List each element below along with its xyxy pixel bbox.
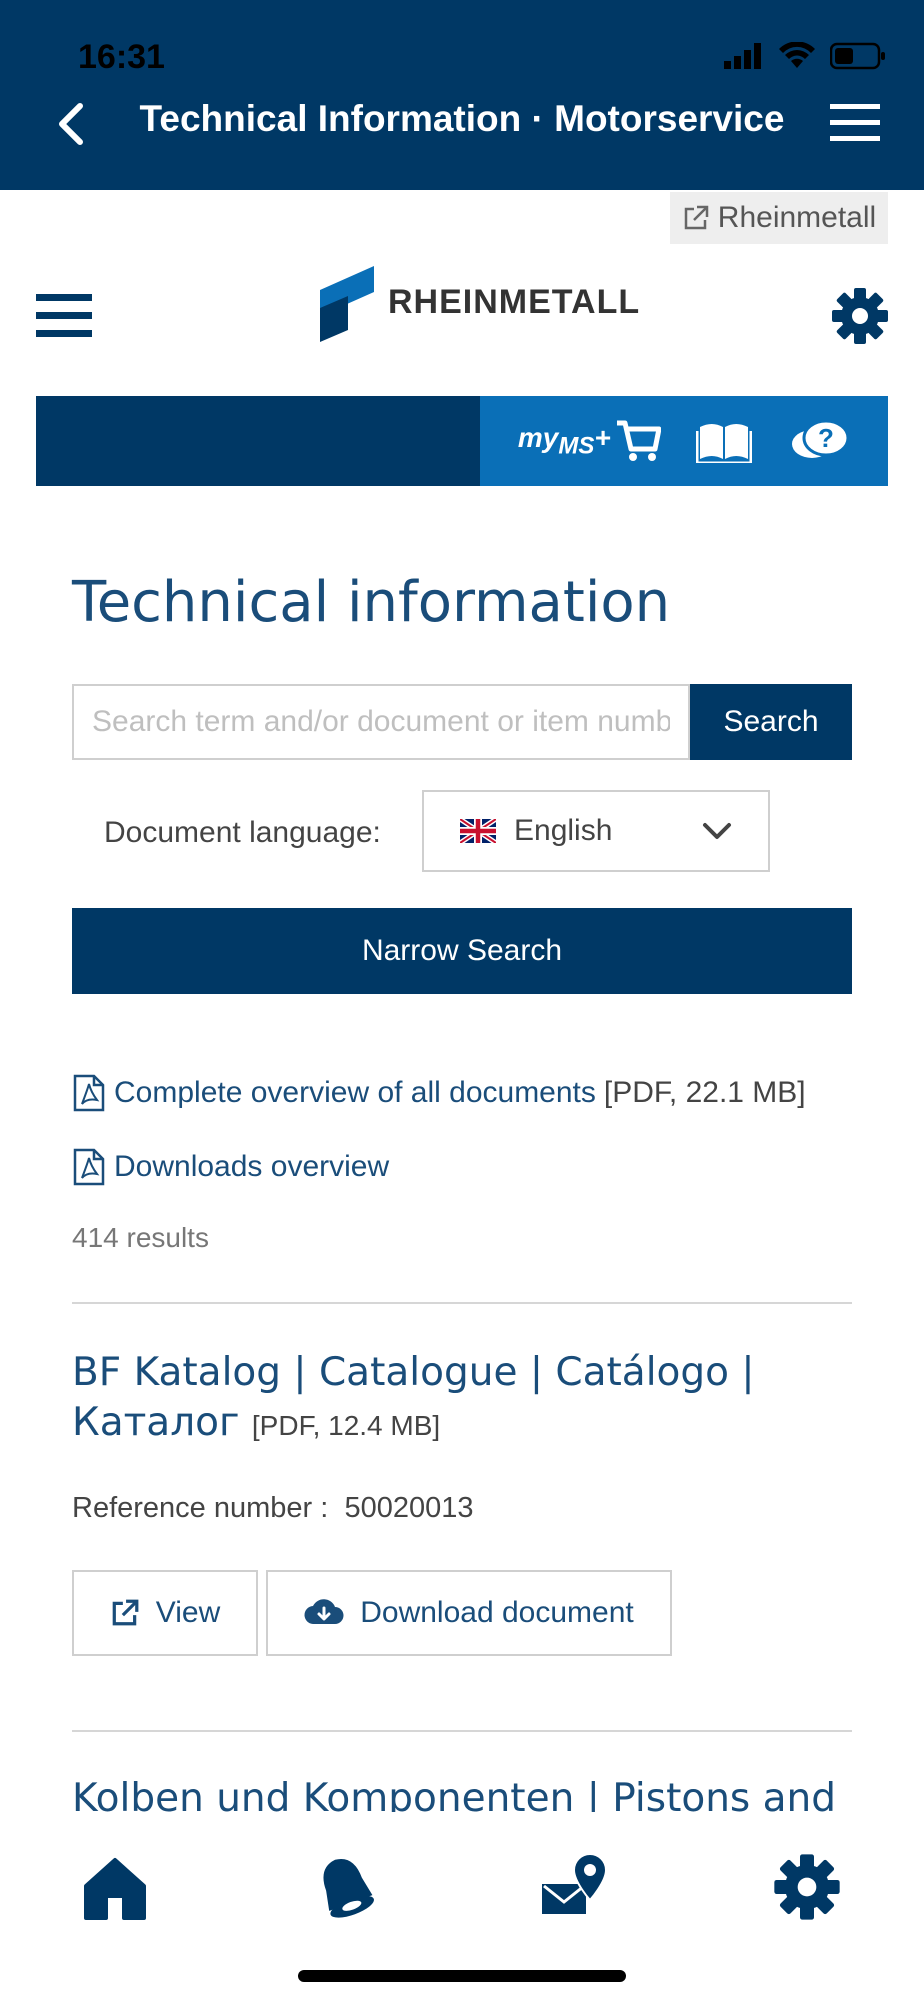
external-link-icon (112, 1599, 139, 1626)
result-title[interactable]: BF Katalog | Catalogue | Catálogo | Ката… (72, 1348, 792, 1451)
rheinmetall-logo[interactable]: RHEINMETALL (318, 262, 640, 342)
search-button[interactable]: Search (690, 684, 852, 760)
downloads-overview-text[interactable]: Downloads overview (114, 1150, 389, 1184)
app-title: Technical Information · Motorservice (139, 98, 785, 139)
complete-overview-text[interactable]: Complete overview of all documents (114, 1076, 596, 1110)
reference-value: 50020013 (344, 1492, 474, 1524)
cart-icon (616, 420, 661, 461)
cloud-download-icon (304, 1599, 344, 1625)
nav-bar: myMS+ ? (36, 396, 888, 486)
battery-icon (830, 42, 885, 70)
status-icons (724, 42, 886, 70)
result-meta: [PDF, 12.4 MB] (251, 1410, 441, 1441)
chevron-down-icon (703, 823, 731, 839)
view-button[interactable]: View (72, 1570, 258, 1656)
document-language-select[interactable]: English (422, 790, 770, 872)
site-menu-icon[interactable] (36, 292, 92, 340)
document-language-value: English (514, 814, 613, 847)
myms-logo: myMS+ (517, 421, 611, 460)
downloads-overview-link[interactable]: Downloads overview (72, 1148, 389, 1186)
logo-text: RHEINMETALL (388, 282, 641, 321)
page-title: Technical information (72, 570, 671, 635)
reference-label: Reference number : (72, 1492, 329, 1524)
flag-uk-icon (460, 819, 496, 843)
rheinmetall-link[interactable]: Rheinmetall (670, 192, 888, 244)
pdf-icon (73, 1148, 105, 1186)
signal-icon (724, 43, 761, 69)
rheinmetall-link-label: Rheinmetall (717, 201, 877, 234)
help-chat-icon[interactable]: ? (788, 418, 850, 464)
download-label: Download document (360, 1596, 634, 1629)
nav-actions: myMS+ ? (480, 396, 888, 486)
gear-icon[interactable] (772, 1852, 842, 1922)
divider (72, 1302, 852, 1304)
svg-text:?: ? (818, 423, 834, 453)
results-count: 414 results (72, 1222, 209, 1253)
menu-icon[interactable] (830, 102, 880, 144)
narrow-search-button[interactable]: Narrow Search (72, 908, 852, 994)
app-header: 16:31 Technical Information · Motorservi… (0, 0, 924, 190)
complete-overview-link[interactable]: Complete overview of all documents [PDF,… (72, 1074, 806, 1112)
logo-mark-icon (320, 266, 374, 342)
wifi-icon (779, 42, 815, 68)
view-label: View (155, 1596, 221, 1629)
myms-cart-button[interactable]: myMS+ (518, 419, 661, 463)
bell-icon[interactable] (310, 1852, 380, 1922)
complete-overview-meta: [PDF, 22.1 MB] (603, 1076, 806, 1109)
gear-icon[interactable] (830, 286, 890, 346)
status-time: 16:31 (78, 38, 165, 76)
home-indicator[interactable] (298, 1970, 626, 1982)
reference-number: Reference number : 50020013 (72, 1492, 473, 1525)
mail-location-icon[interactable] (540, 1852, 610, 1922)
book-icon[interactable] (696, 419, 753, 463)
pdf-icon (73, 1074, 105, 1112)
home-icon[interactable] (80, 1852, 150, 1922)
download-document-button[interactable]: Download document (266, 1570, 672, 1656)
external-link-icon (684, 205, 709, 230)
document-language-label: Document language: (104, 816, 381, 849)
search-input[interactable] (72, 684, 690, 760)
divider (72, 1730, 852, 1732)
